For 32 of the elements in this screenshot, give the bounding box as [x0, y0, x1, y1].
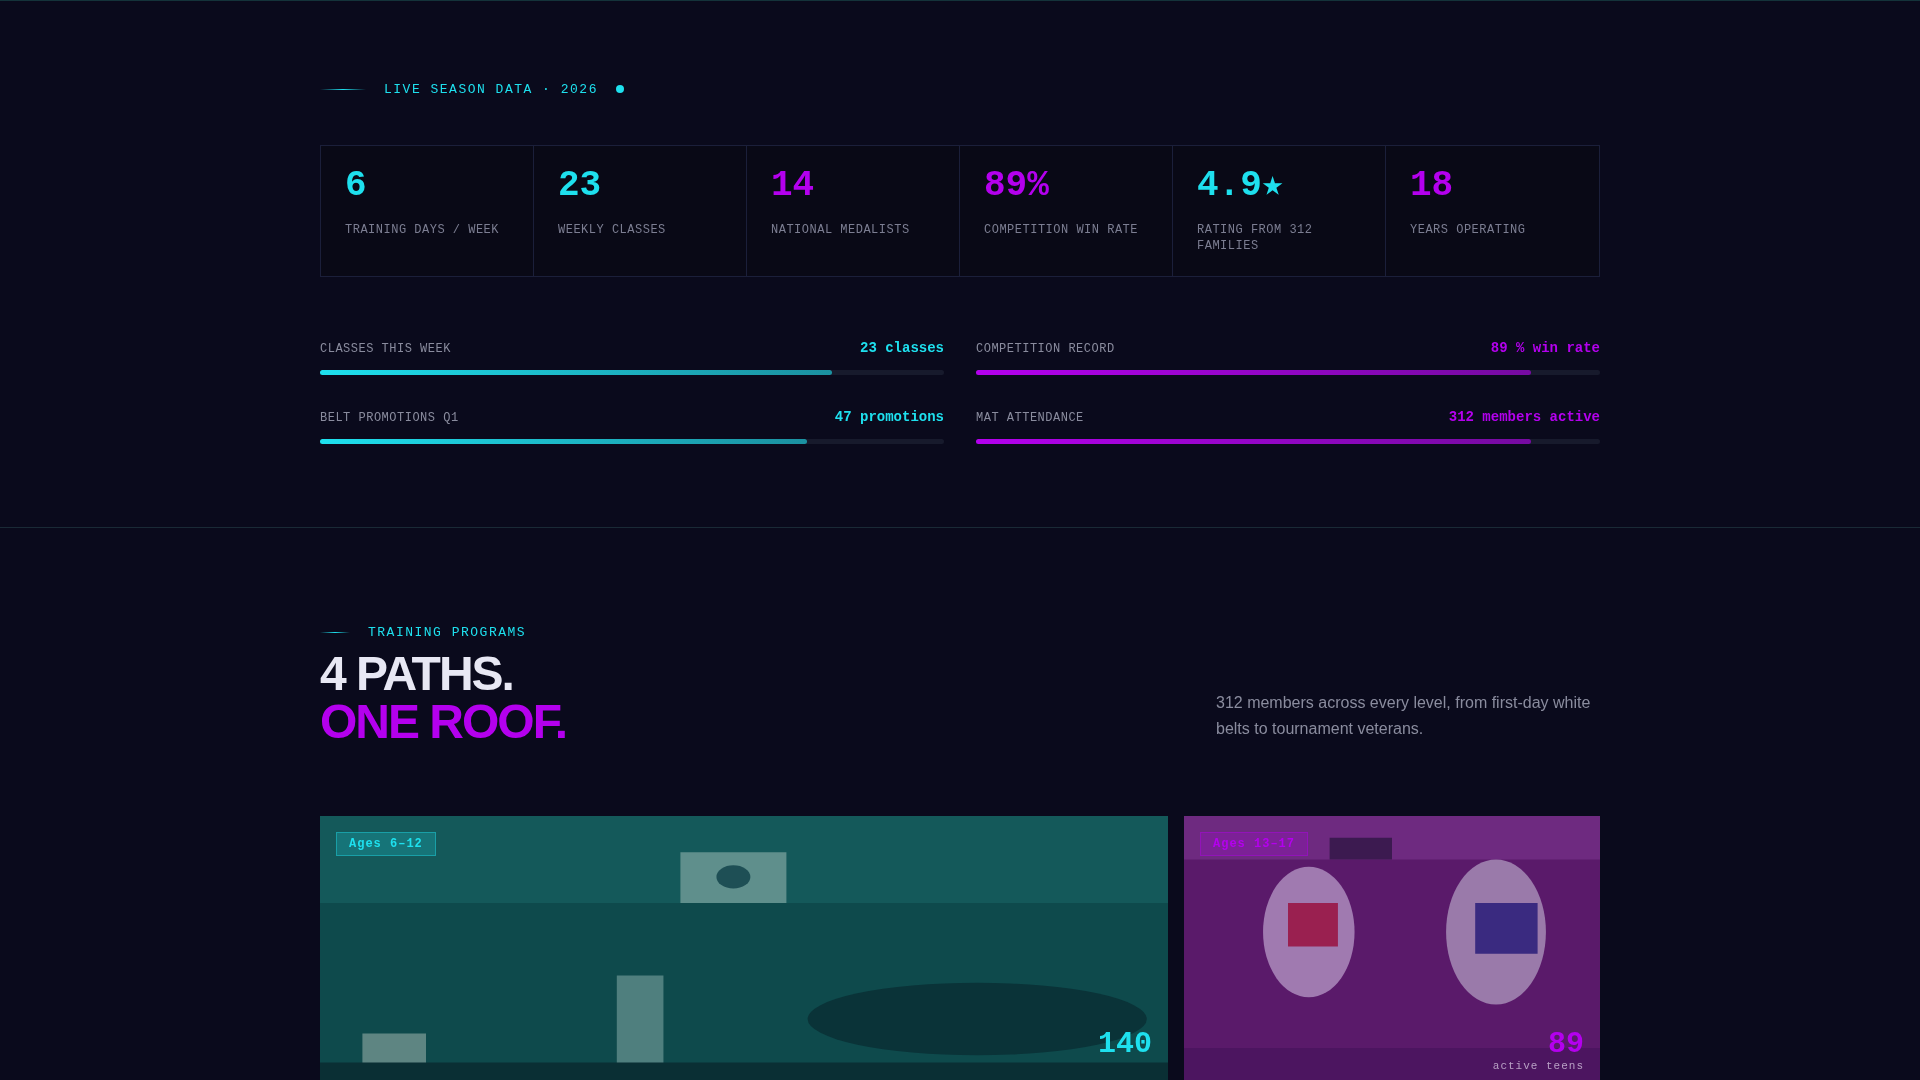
member-count: 89	[1548, 1028, 1584, 1060]
stat-label: WEEKLY CLASSES	[558, 222, 667, 238]
meter-reading: 312 members active	[1448, 409, 1600, 425]
stat-value: 89%	[984, 168, 1050, 204]
member-count: 140	[1098, 1028, 1152, 1060]
stat-label: COMPETITION WIN RATE	[984, 222, 1140, 238]
stat-value: 4.9★	[1197, 168, 1285, 204]
age-tag: Ages 13–17	[1200, 832, 1308, 856]
meter-label: MAT ATTENDANCE	[976, 411, 1084, 425]
stat-value: 18	[1410, 168, 1455, 204]
meter-reading: 47 promotions	[834, 409, 944, 425]
program-card[interactable]: Ages 6–12 140	[320, 816, 1168, 1080]
meter-reading: 89 % win rate	[1490, 340, 1600, 356]
stat-value: 14	[771, 168, 816, 204]
stat-label: RATING FROM 312 FAMILIES	[1197, 222, 1314, 254]
stat-label: YEARS OPERATING	[1410, 222, 1527, 238]
heading: 4 PATHS.	[320, 650, 514, 698]
stat-value: 23	[558, 168, 603, 204]
meter-label: COMPETITION RECORD	[976, 342, 1115, 356]
stat-label: NATIONAL MEDALISTS	[771, 222, 911, 238]
description: 312 members across every level, from first-day white belts to tournament veterans.	[1216, 693, 1592, 739]
section-label: TRAINING PROGRAMS	[368, 624, 527, 640]
section-label: LIVE SEASON DATA · 2026	[384, 81, 598, 97]
heading: ONE ROOF.	[320, 698, 567, 746]
stat-value: 6	[345, 168, 368, 204]
age-tag: Ages 6–12	[336, 832, 436, 856]
meter-label: BELT PROMOTIONS Q1	[320, 411, 459, 425]
meter-reading: 23 classes	[860, 340, 944, 356]
stat-label: TRAINING DAYS / WEEK	[345, 222, 501, 238]
count-caption: active teens	[1492, 1060, 1584, 1072]
meter-label: CLASSES THIS WEEK	[320, 342, 451, 356]
program-card[interactable]: Ages 13–17 89 active teens	[1184, 816, 1600, 1080]
